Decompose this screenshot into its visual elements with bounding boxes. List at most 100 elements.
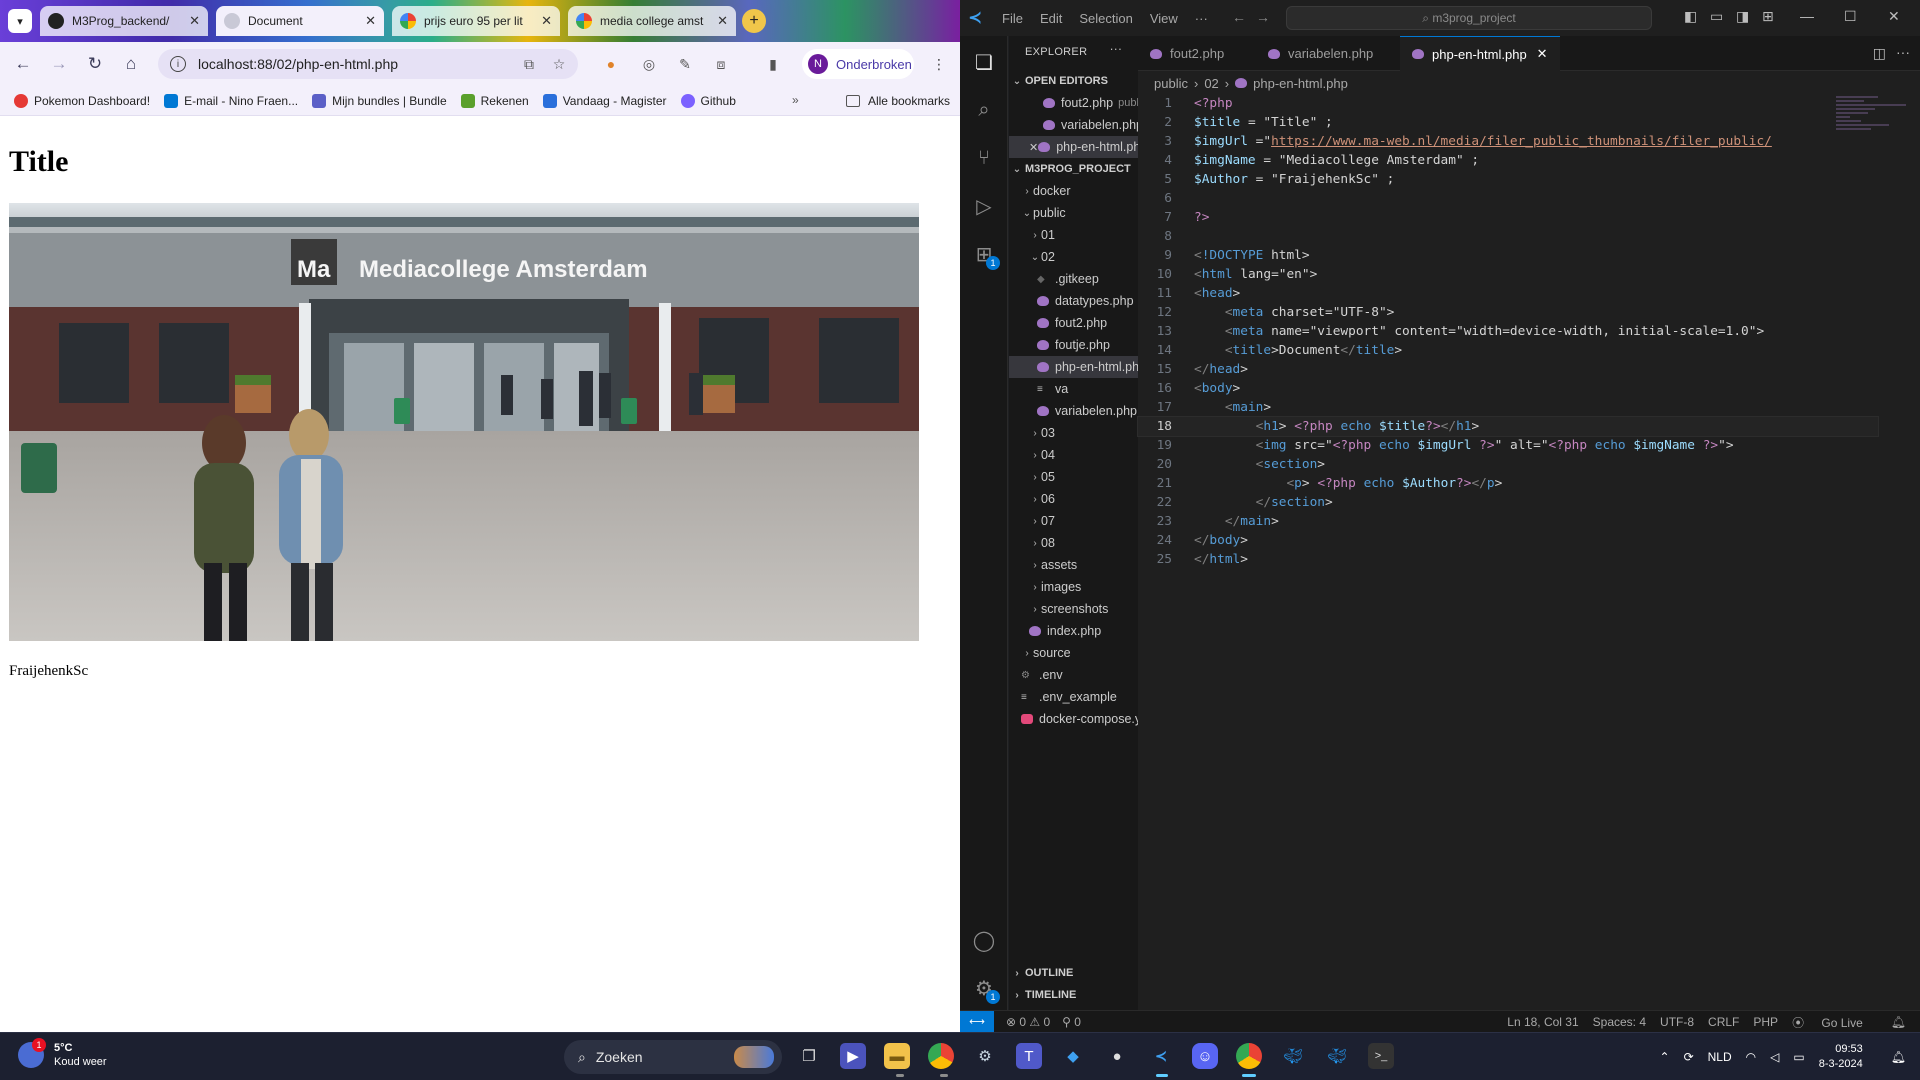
bookmark-item[interactable]: Github — [680, 93, 736, 108]
close-icon[interactable]: ✕ — [717, 13, 728, 29]
tab-document[interactable]: Document ✕ — [216, 6, 384, 36]
open-editors-section[interactable]: ⌄ OPEN EDITORS — [1009, 70, 1138, 92]
code-line[interactable]: 8 — [1138, 227, 1878, 246]
close-icon[interactable]: ✕ — [1029, 141, 1038, 154]
search-icon[interactable]: ⌕ — [972, 98, 996, 122]
tab-github[interactable]: M3Prog_backend/ ✕ — [40, 6, 208, 36]
source-control-icon[interactable]: ⑂ — [972, 146, 996, 170]
code-line[interactable]: 18 <h1> <?php echo $title?></h1> — [1137, 416, 1879, 437]
explorer-icon[interactable]: ❏ — [972, 50, 996, 74]
clock[interactable]: 09:53 8-3-2024 — [1819, 1042, 1877, 1072]
bookmark-item[interactable]: Vandaag - Magister — [542, 93, 667, 108]
weather-widget[interactable]: 1 5°C Koud weer — [18, 1038, 107, 1069]
tree-file[interactable]: ⚙ .env — [1009, 664, 1138, 686]
docker-icon[interactable]: 🐳︎ — [1280, 1043, 1306, 1069]
tree-folder[interactable]: ⌄ 02 — [1009, 246, 1138, 268]
all-bookmarks-button[interactable]: Alle bookmarks — [845, 94, 950, 108]
tree-folder[interactable]: › assets — [1009, 554, 1138, 576]
minimap[interactable] — [1836, 94, 1906, 154]
tree-file[interactable]: datatypes.php — [1009, 290, 1138, 312]
docker-desktop-icon[interactable]: 🐳︎ — [1324, 1043, 1350, 1069]
maximize-icon[interactable]: ☐ — [1844, 8, 1857, 25]
tree-file[interactable]: php-en-html.php — [1009, 356, 1138, 378]
minimize-icon[interactable]: — — [1800, 8, 1814, 24]
bookmark-item[interactable]: Pokemon Dashboard! — [14, 93, 150, 108]
menu-selection[interactable]: Selection — [1079, 11, 1132, 26]
editor-tab-fout2[interactable]: fout2.php — [1138, 36, 1256, 71]
tree-file[interactable]: ◆ .gitkeep — [1009, 268, 1138, 290]
explorer-more-icon[interactable]: ··· — [1110, 42, 1123, 56]
toggle-panel-icon[interactable]: ▭ — [1710, 8, 1723, 25]
editor-tab-php-en-html[interactable]: php-en-html.php ✕ — [1400, 36, 1560, 71]
breadcrumb-item[interactable]: 02 — [1204, 76, 1218, 91]
tree-file[interactable]: ≡ va — [1009, 378, 1138, 400]
code-line[interactable]: 19 <img src="<?php echo $imgUrl ?>" alt=… — [1138, 436, 1878, 455]
battery-icon[interactable]: ▭ — [1793, 1050, 1804, 1064]
tree-folder[interactable]: › 06 — [1009, 488, 1138, 510]
github-desktop-icon[interactable]: ● — [1104, 1043, 1130, 1069]
code-line[interactable]: 16 <body> — [1138, 379, 1878, 398]
tree-folder[interactable]: › 01 — [1009, 224, 1138, 246]
customize-layout-icon[interactable]: ⊞ — [1762, 8, 1774, 25]
close-icon[interactable]: ✕ — [541, 13, 552, 29]
code-line[interactable]: 15 </head> — [1138, 360, 1878, 379]
steam-icon[interactable]: ⚙ — [972, 1043, 998, 1069]
tree-folder[interactable]: › 03 — [1009, 422, 1138, 444]
address-bar[interactable]: i localhost:88/02/php-en-html.php ⧉ ☆ — [158, 49, 578, 79]
pen-icon[interactable]: ✎ — [676, 55, 694, 73]
toggle-sidebar-icon[interactable]: ◧ — [1684, 8, 1697, 25]
tree-file[interactable]: docker-compose.yml — [1009, 708, 1138, 730]
code-line[interactable]: 14 <title>Document</title> — [1138, 341, 1878, 360]
tree-folder[interactable]: › screenshots — [1009, 598, 1138, 620]
code-line[interactable]: 7 ?> — [1138, 208, 1878, 227]
run-debug-icon[interactable]: ▷ — [972, 194, 996, 218]
tab-google-prijs[interactable]: prijs euro 95 per lit ✕ — [392, 6, 560, 36]
chrome-menu-icon[interactable]: ⋮ — [932, 56, 946, 73]
menu-file[interactable]: File — [1002, 11, 1023, 26]
tree-folder[interactable]: › source — [1009, 642, 1138, 664]
new-tab-button[interactable]: + — [742, 9, 766, 33]
site-info-icon[interactable]: i — [170, 56, 186, 72]
tree-folder[interactable]: › 08 — [1009, 532, 1138, 554]
extensions-puzzle-icon[interactable]: ⧈ — [712, 55, 730, 73]
code-line[interactable]: 4 $imgName = "Mediacollege Amsterdam" ; — [1138, 151, 1878, 170]
go-live-button[interactable]: ⦿ Go Live — [1792, 1014, 1877, 1031]
tree-file[interactable]: index.php — [1009, 620, 1138, 642]
side-panel-icon[interactable]: ▮ — [764, 55, 782, 73]
translate-icon[interactable]: ⧉ — [518, 56, 540, 73]
bookmark-item[interactable]: Mijn bundles | Bundle — [312, 93, 447, 108]
home-icon[interactable]: ⌂ — [118, 51, 144, 77]
close-icon[interactable]: ✕ — [365, 13, 376, 29]
tree-folder[interactable]: › 07 — [1009, 510, 1138, 532]
code-line[interactable]: 11 <head> — [1138, 284, 1878, 303]
bookmark-star-icon[interactable]: ☆ — [548, 56, 570, 73]
chrome-profile-icon[interactable] — [1236, 1043, 1262, 1069]
code-line[interactable]: 13 <meta name="viewport" content="width=… — [1138, 322, 1878, 341]
bookmark-item[interactable]: Rekenen — [460, 93, 529, 108]
breadcrumb-item[interactable]: php-en-html.php — [1253, 76, 1348, 91]
language-indicator[interactable]: NLD — [1708, 1050, 1732, 1064]
tree-folder[interactable]: › images — [1009, 576, 1138, 598]
code-line[interactable]: 5 $Author = "FraijehenkSc" ; — [1138, 170, 1878, 189]
notifications-bell-icon[interactable]: 🔔︎ — [1891, 1015, 1906, 1029]
wifi-icon[interactable]: ◠ — [1746, 1050, 1756, 1064]
notifications-icon[interactable]: 🔔︎ — [1891, 1050, 1906, 1064]
cursor-position[interactable]: Ln 18, Col 31 — [1507, 1015, 1578, 1029]
discord-icon[interactable]: ☺ — [1192, 1043, 1218, 1069]
project-section[interactable]: ⌄ M3PROG_PROJECT — [1009, 158, 1138, 180]
language-mode[interactable]: PHP — [1753, 1015, 1778, 1029]
task-view-icon[interactable]: ❐ — [796, 1043, 822, 1069]
editor-tab-variabelen[interactable]: variabelen.php — [1256, 36, 1396, 71]
chrome-icon[interactable] — [928, 1043, 954, 1069]
volume-icon[interactable]: ◁ — [1770, 1050, 1779, 1064]
code-line[interactable]: 6 — [1138, 189, 1878, 208]
profile-button[interactable]: N Onderbroken — [802, 49, 914, 79]
tree-folder[interactable]: ⌄ public — [1009, 202, 1138, 224]
open-editor-item[interactable]: variabelen.php... — [1009, 114, 1138, 136]
tree-file[interactable]: fout2.php — [1009, 312, 1138, 334]
problems-status[interactable]: ⊗ 0 ⚠ 0 — [1006, 1015, 1050, 1029]
tab-google-media[interactable]: media college amst ✕ — [568, 6, 736, 36]
code-line[interactable]: 20 <section> — [1138, 455, 1878, 474]
ports-status[interactable]: ⚲ 0 — [1062, 1015, 1081, 1029]
timeline-section[interactable]: › TIMELINE — [1009, 984, 1138, 1006]
